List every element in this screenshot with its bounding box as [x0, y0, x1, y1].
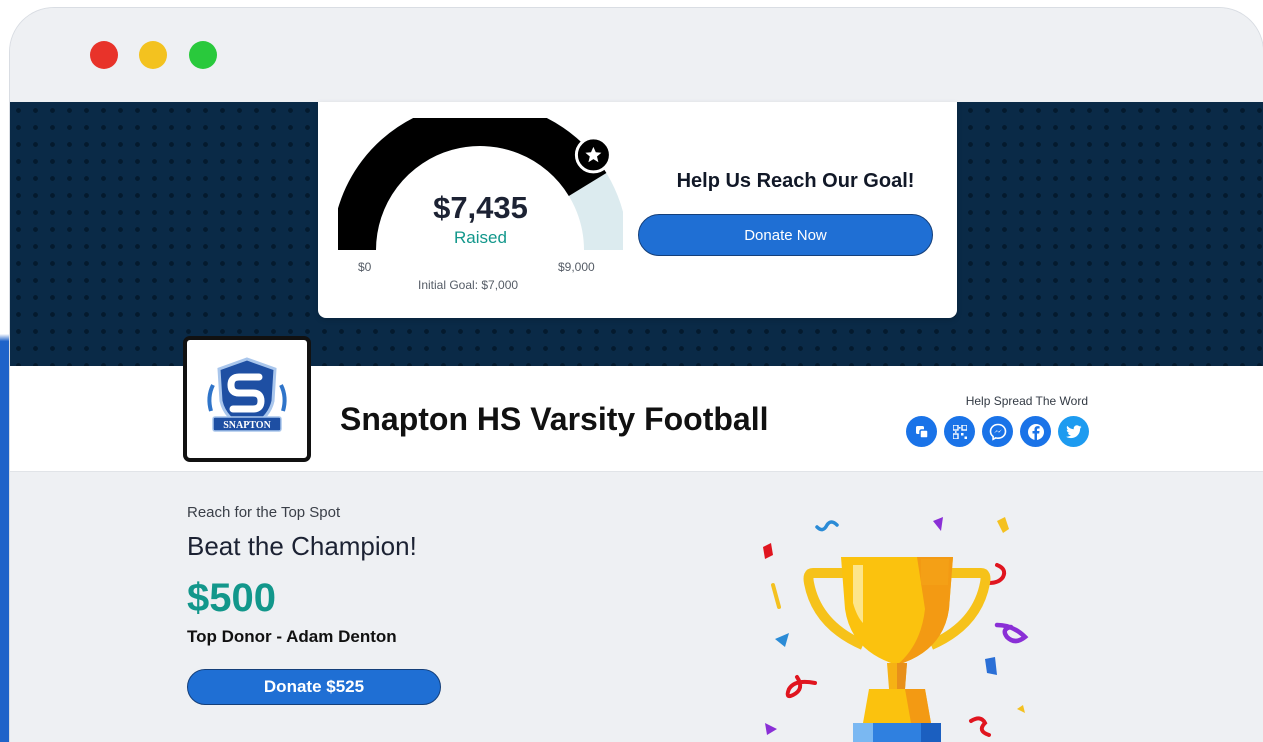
top-donation-amount: $500	[187, 576, 276, 620]
share-buttons	[906, 416, 1089, 447]
reach-label: Reach for the Top Spot	[187, 504, 341, 521]
window-titlebar	[10, 8, 1263, 102]
gauge-min-label: $0	[358, 260, 372, 274]
copy-icon	[915, 425, 929, 439]
top-donor-section: Reach for the Top Spot Beat the Champion…	[187, 504, 441, 705]
twitter-share-button[interactable]	[1058, 416, 1089, 447]
trophy-icon	[763, 517, 1029, 742]
share-label: Help Spread The Word	[965, 394, 1088, 408]
top-donor-name: Top Donor - Adam Denton	[187, 627, 397, 646]
facebook-icon	[1027, 423, 1044, 440]
team-logo: SNAPTON	[183, 336, 311, 462]
donate-beat-champion-button[interactable]: Donate $525	[187, 669, 441, 705]
close-window-button[interactable]	[90, 41, 118, 69]
beat-champion-title: Beat the Champion!	[187, 531, 417, 561]
messenger-icon	[989, 423, 1006, 441]
facebook-share-button[interactable]	[1020, 416, 1051, 447]
qr-code-icon	[952, 424, 967, 439]
messenger-share-button[interactable]	[982, 416, 1013, 447]
raised-label: Raised	[454, 228, 507, 247]
twitter-icon	[1065, 424, 1081, 438]
minimize-window-button[interactable]	[139, 41, 167, 69]
fundraising-goal-card: $7,435 Raised $0 $9,000 Initial Goal: $7…	[318, 102, 957, 318]
team-name: Snapton HS Varsity Football	[340, 401, 769, 437]
browser-window: $7,435 Raised $0 $9,000 Initial Goal: $7…	[10, 8, 1263, 742]
raised-amount: $7,435	[433, 190, 528, 225]
copy-link-button[interactable]	[906, 416, 937, 447]
shield-logo-icon: SNAPTON	[207, 357, 287, 432]
qr-code-button[interactable]	[944, 416, 975, 447]
donate-now-button[interactable]: Donate Now	[638, 214, 933, 256]
svg-text:SNAPTON: SNAPTON	[223, 420, 271, 431]
initial-goal-label: Initial Goal: $7,000	[418, 278, 519, 292]
gauge-max-label: $9,000	[558, 260, 595, 274]
star-icon	[574, 136, 612, 174]
help-title: Help Us Reach Our Goal!	[676, 170, 915, 192]
maximize-window-button[interactable]	[189, 41, 217, 69]
